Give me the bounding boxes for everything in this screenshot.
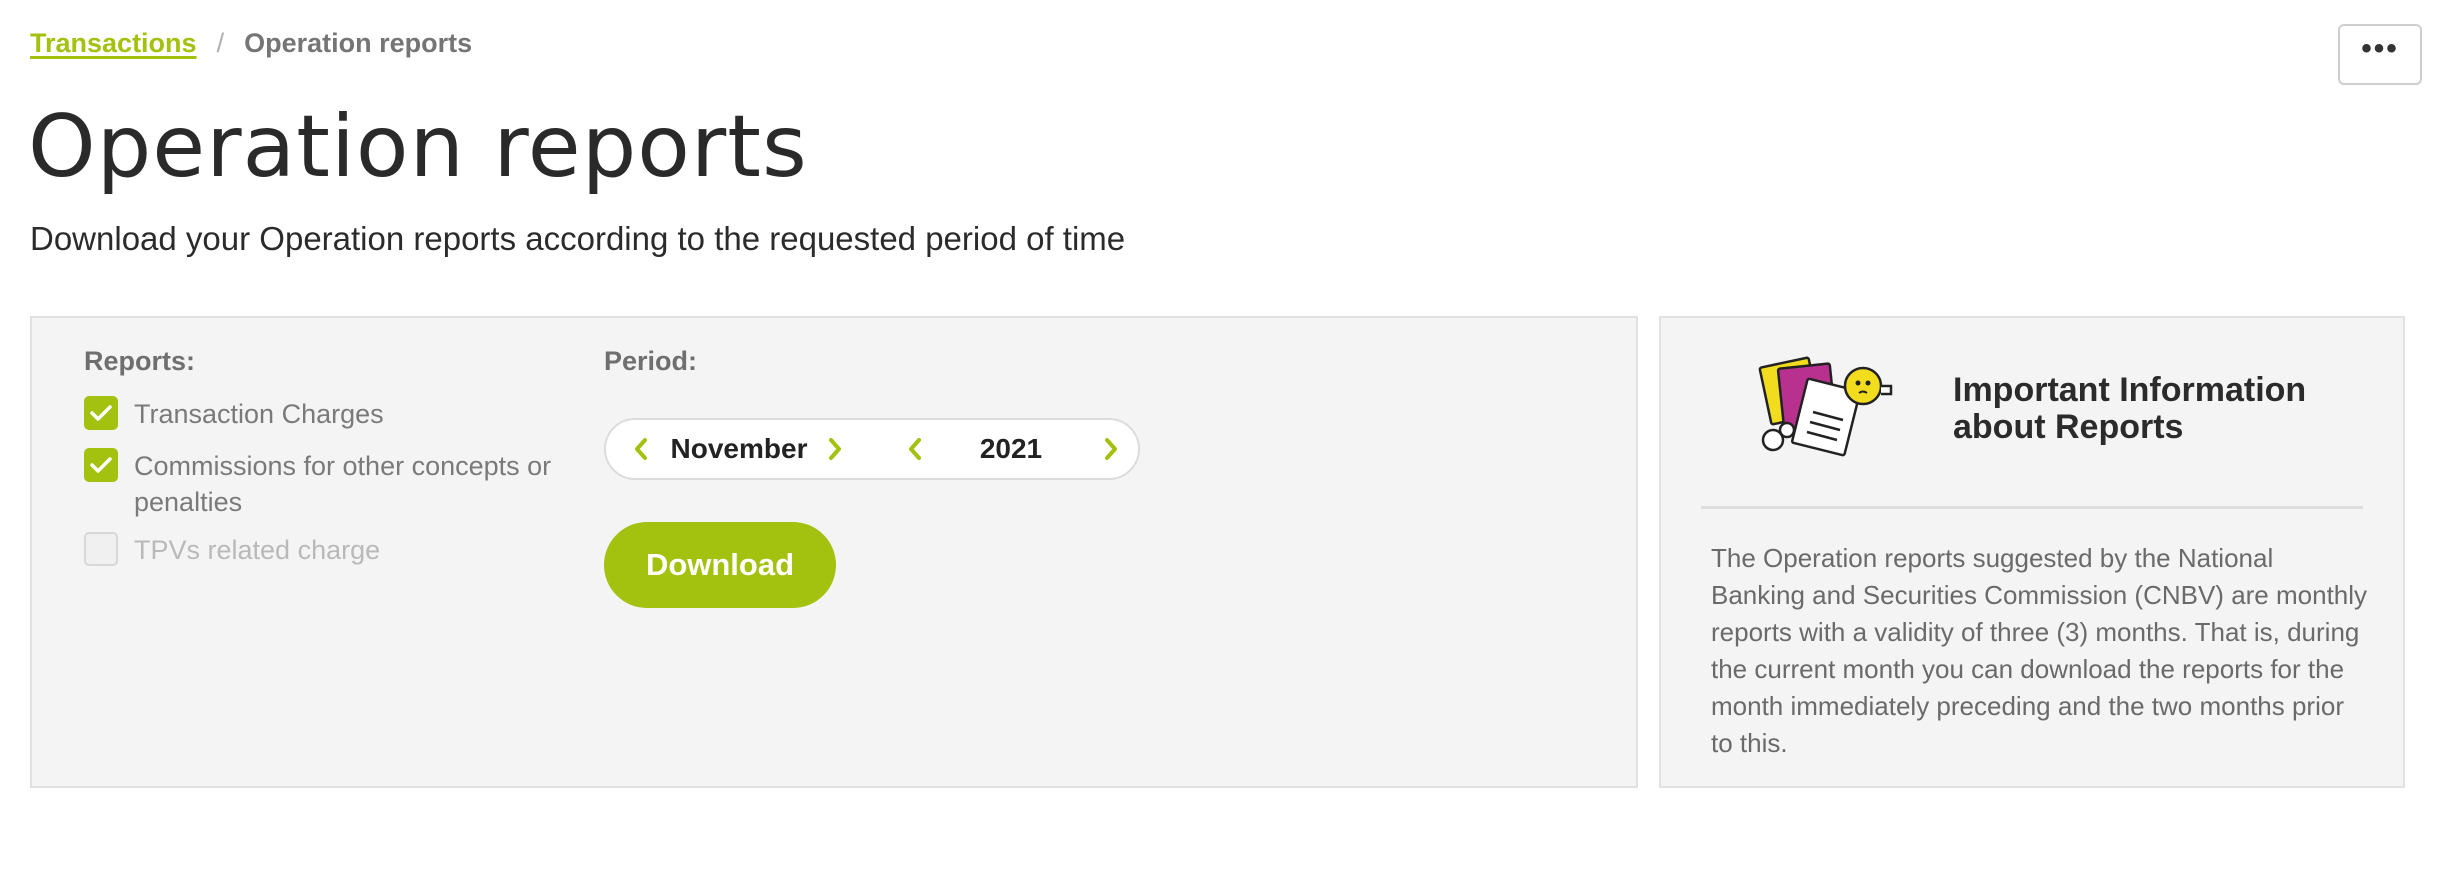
month-prev-button[interactable] xyxy=(624,432,658,466)
reports-label: Reports: xyxy=(84,346,196,376)
period-label: Period: xyxy=(604,346,698,376)
report-option-tpvs[interactable]: TPVs related charge xyxy=(84,532,380,568)
report-option-label: Transaction Charges xyxy=(134,399,384,429)
breadcrumb-link-transactions[interactable]: Transactions xyxy=(30,28,197,59)
reports-illustration-icon xyxy=(1758,356,1893,457)
info-title: Important Information about Reports xyxy=(1953,371,2307,446)
month-value: November xyxy=(670,433,808,464)
chevron-left-icon xyxy=(909,438,921,460)
checkbox-checked[interactable] xyxy=(84,448,118,482)
period-selector: November 2021 xyxy=(604,418,1140,480)
info-text: The Operation reports suggested by the N… xyxy=(1711,543,2368,758)
more-options-button[interactable]: ••• xyxy=(2338,24,2422,85)
download-button[interactable]: Download xyxy=(604,522,836,608)
chevron-right-icon xyxy=(829,438,841,460)
ellipsis-icon: ••• xyxy=(2361,31,2399,65)
report-option-label: TPVs related charge xyxy=(134,535,381,565)
year-next-button[interactable] xyxy=(1094,432,1128,466)
info-divider xyxy=(1701,506,2363,509)
breadcrumb-separator: / xyxy=(216,28,225,58)
checkmark-icon xyxy=(90,457,112,473)
report-option-transaction-charges[interactable]: Transaction Charges xyxy=(84,396,384,432)
chevron-right-icon xyxy=(1105,438,1117,460)
month-next-button[interactable] xyxy=(818,432,852,466)
page-title: Operation reports xyxy=(28,97,808,197)
report-option-label: Commissions for other concepts or penalt… xyxy=(134,451,552,517)
chevron-left-icon xyxy=(635,438,647,460)
report-option-commissions[interactable]: Commissions for other concepts or penalt… xyxy=(84,448,564,520)
page-subtitle: Download your Operation reports accordin… xyxy=(30,220,1126,257)
report-filter-panel: Reports: Transaction Charges Commissions… xyxy=(30,316,1638,788)
info-panel: Important Information about Reports The … xyxy=(1659,316,2405,788)
breadcrumb-current: Operation reports xyxy=(244,28,473,58)
year-value: 2021 xyxy=(979,433,1043,464)
breadcrumb: Transactions / Operation reports xyxy=(30,28,472,59)
checkmark-icon xyxy=(90,405,112,421)
checkbox-unchecked[interactable] xyxy=(84,532,118,566)
checkbox-checked[interactable] xyxy=(84,396,118,430)
year-prev-button[interactable] xyxy=(898,432,932,466)
